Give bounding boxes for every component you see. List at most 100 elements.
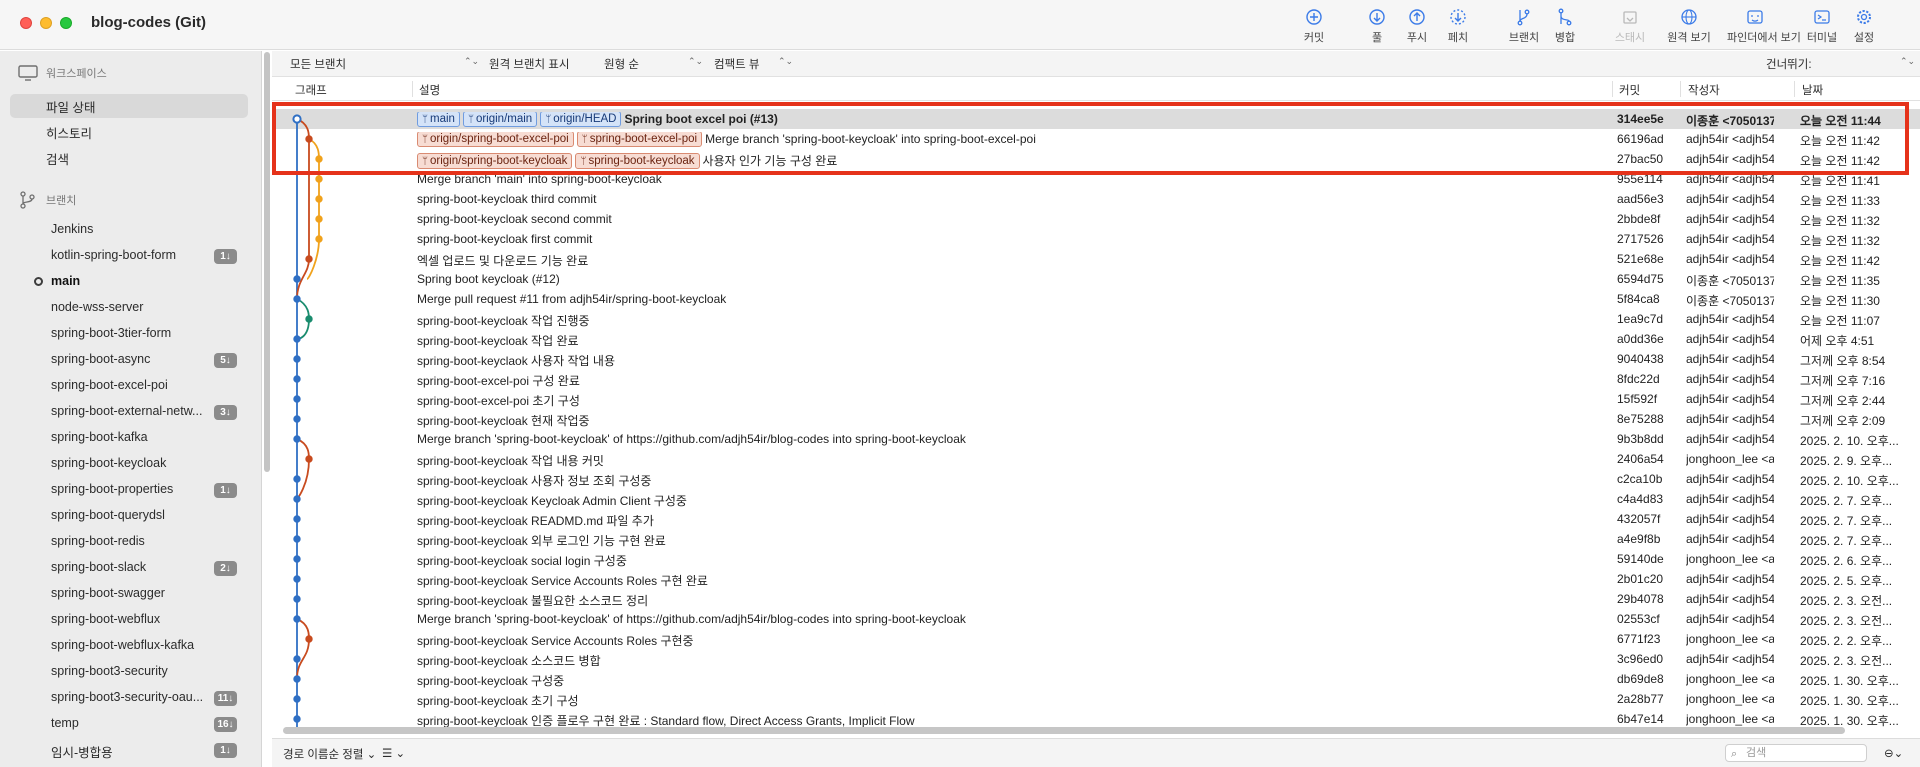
toolbar-button-3[interactable]: 페치 [1430, 8, 1486, 48]
commit-node[interactable] [305, 635, 313, 643]
chevron-updown-icon[interactable]: ⌃⌄ [1900, 56, 1915, 67]
commit-node[interactable] [293, 415, 301, 423]
sidebar-branch-item[interactable]: spring-boot-webflux-kafka [51, 638, 194, 652]
sidebar-branch-item[interactable]: node-wss-server [51, 300, 143, 314]
commit-node[interactable] [293, 695, 301, 703]
sidebar-branch-item[interactable]: main [51, 274, 80, 288]
commit-node[interactable] [293, 595, 301, 603]
commit-row[interactable]: spring-boot-keycloak Keycloak Admin Clie… [272, 489, 1920, 509]
toolbar-button-10[interactable]: 설정 [1836, 8, 1892, 48]
commit-row[interactable]: spring-boot-keycloak 인증 플로우 구현 완료 : Stan… [272, 709, 1920, 727]
sidebar-branch-item[interactable]: spring-boot-querydsl [51, 508, 165, 522]
search-input[interactable]: ⌕ 검색 [1725, 744, 1867, 762]
commit-node[interactable] [293, 575, 301, 583]
commit-node[interactable] [315, 195, 323, 203]
commit-node[interactable] [293, 475, 301, 483]
commit-row[interactable]: spring-boot-keycloak 불필요한 소스코드 정리 29b4078… [272, 589, 1920, 609]
sidebar-branch-item[interactable]: spring-boot3-security [51, 664, 168, 678]
commit-row[interactable]: 엑셀 업로드 및 다운로드 기능 완료 521e68e adjh54ir <adjh… [272, 249, 1920, 269]
column-header-date[interactable]: 날짜 [1802, 82, 1823, 98]
commit-row[interactable]: spring-boot-keycloak first commit 2717526… [272, 229, 1920, 249]
commit-row[interactable]: spring-boot-keycloak Service Accounts Ro… [272, 629, 1920, 649]
commit-row[interactable]: spring-boot-keycloak 작업 진행중 1ea9c7d adjh54… [272, 309, 1920, 329]
close-window-button[interactable] [20, 17, 32, 29]
commit-row[interactable]: spring-boot-keycloak 작업 완료 a0dd36e adjh54i… [272, 329, 1920, 349]
commit-row[interactable]: spring-boot-keycloak 작업 내용 커밋 2406a54 jong… [272, 449, 1920, 469]
commit-row[interactable]: spring-boot-keycloak third commit aad56e3… [272, 189, 1920, 209]
commit-node[interactable] [292, 114, 302, 124]
sidebar-branch-item[interactable]: spring-boot-swagger [51, 586, 165, 600]
commit-node[interactable] [315, 215, 323, 223]
commit-row[interactable]: spring-boot-keycloak social login 구성중 591… [272, 549, 1920, 569]
commit-node[interactable] [293, 395, 301, 403]
commit-node[interactable] [293, 495, 301, 503]
commit-node[interactable] [315, 155, 323, 163]
sidebar-branch-item[interactable]: spring-boot-properties [51, 482, 173, 496]
branch-tag[interactable]: ᛘ spring-boot-excel-poi [576, 132, 703, 147]
list-options-button[interactable]: ☰ ⌄ [382, 746, 405, 760]
commit-row[interactable]: spring-boot-keycloak READMD.md 파일 추가 4320… [272, 509, 1920, 529]
sidebar-item-search[interactable]: 검색 [10, 146, 248, 170]
commit-row[interactable]: spring-boot-keycloak 현재 작업중 8e75288 adjh54… [272, 409, 1920, 429]
commit-row[interactable]: spring-boot-excel-poi 구성 완료 8fdc22d adjh54… [272, 369, 1920, 389]
horizontal-scrollbar[interactable] [283, 727, 1845, 734]
sidebar-branch-item[interactable]: spring-boot-async [51, 352, 150, 366]
commit-node[interactable] [293, 675, 301, 683]
toolbar-button-7[interactable]: 원격 보기 [1661, 8, 1717, 48]
zoom-window-button[interactable] [60, 17, 72, 29]
column-header-author[interactable]: 작성자 [1688, 82, 1720, 98]
commit-node[interactable] [293, 375, 301, 383]
sidebar-branch-item[interactable]: spring-boot-webflux [51, 612, 160, 626]
sidebar-branch-item[interactable]: kotlin-spring-boot-form [51, 248, 176, 262]
commit-node[interactable] [305, 135, 313, 143]
sidebar-branch-item[interactable]: spring-boot-kafka [51, 430, 148, 444]
sidebar-item-file-status[interactable]: 파일 상태 [10, 94, 248, 118]
commit-row[interactable]: spring-boot-keycloak 소스코드 병합 3c96ed0 adjh5… [272, 649, 1920, 669]
order-select[interactable]: 원형 순 [604, 56, 639, 72]
column-divider[interactable] [1680, 81, 1681, 97]
sidebar-branch-item[interactable]: spring-boot3-security-oau... [51, 690, 203, 704]
toolbar-button-8[interactable]: 파인더에서 보기 [1727, 8, 1801, 48]
commit-node[interactable] [315, 235, 323, 243]
view-mode-select[interactable]: 컴팩트 뷰 [714, 56, 760, 72]
branch-tag[interactable]: ᛘ origin/HEAD [540, 112, 622, 127]
sidebar-branch-item[interactable]: spring-boot-keycloak [51, 456, 166, 470]
commit-row[interactable]: Merge branch 'spring-boot-keycloak' of h… [272, 429, 1920, 449]
commit-row[interactable]: ᛘ main ᛘ origin/main ᛘ origin/HEAD Spring boot… [272, 109, 1920, 129]
commit-node[interactable] [293, 275, 301, 283]
branch-tag[interactable]: ᛘ main [417, 112, 460, 127]
minimize-window-button[interactable] [40, 17, 52, 29]
commit-row[interactable]: spring-boot-keycloak 외부 로그인 기능 구현 완료 a4e9… [272, 529, 1920, 549]
branch-tag[interactable]: ᛘ spring-boot-keycloak [575, 152, 700, 169]
commit-row[interactable]: spring-boot-keyclaok 사용자 작업 내용 9040438 adj… [272, 349, 1920, 369]
branch-tag[interactable]: ᛘ origin/spring-boot-excel-poi [417, 132, 574, 147]
commit-node[interactable] [293, 615, 301, 623]
commit-node[interactable] [305, 315, 313, 323]
more-options-button[interactable]: ⊖⌄ [1884, 746, 1903, 760]
commit-node[interactable] [293, 535, 301, 543]
column-header-description[interactable]: 설명 [419, 82, 440, 98]
column-divider[interactable] [1612, 81, 1613, 97]
column-divider[interactable] [412, 81, 413, 97]
toolbar-button-5[interactable]: 병합 [1537, 8, 1593, 48]
commit-node[interactable] [305, 255, 313, 263]
commit-row[interactable]: Merge branch 'main' into spring-boot-key… [272, 169, 1920, 189]
sidebar-branch-item[interactable]: 임시-병합용 [51, 742, 113, 761]
sidebar-branch-item[interactable]: spring-boot-redis [51, 534, 145, 548]
sidebar-branch-item[interactable]: spring-boot-slack [51, 560, 146, 574]
commit-node[interactable] [315, 175, 323, 183]
commit-node[interactable] [305, 455, 313, 463]
sidebar-item-history[interactable]: 히스토리 [10, 120, 248, 144]
commit-node[interactable] [293, 655, 301, 663]
commit-node[interactable] [293, 515, 301, 523]
commit-node[interactable] [293, 355, 301, 363]
commit-row[interactable]: Merge branch 'spring-boot-keycloak' of h… [272, 609, 1920, 629]
commit-node[interactable] [293, 335, 301, 343]
sidebar-branch-item[interactable]: Jenkins [51, 222, 93, 236]
commit-row[interactable]: Spring boot keycloak (#12) 6594d75 이종훈 <70… [272, 269, 1920, 289]
sort-by-path-select[interactable]: 경로 이름순 정렬 ⌄ [283, 746, 376, 762]
remote-branch-toggle[interactable]: 원격 브랜치 표시 [489, 56, 569, 72]
branch-tag[interactable]: ᛘ origin/main [462, 112, 538, 127]
column-header-graph[interactable]: 그래프 [295, 82, 327, 98]
toolbar-button-0[interactable]: 커밋 [1286, 8, 1342, 48]
